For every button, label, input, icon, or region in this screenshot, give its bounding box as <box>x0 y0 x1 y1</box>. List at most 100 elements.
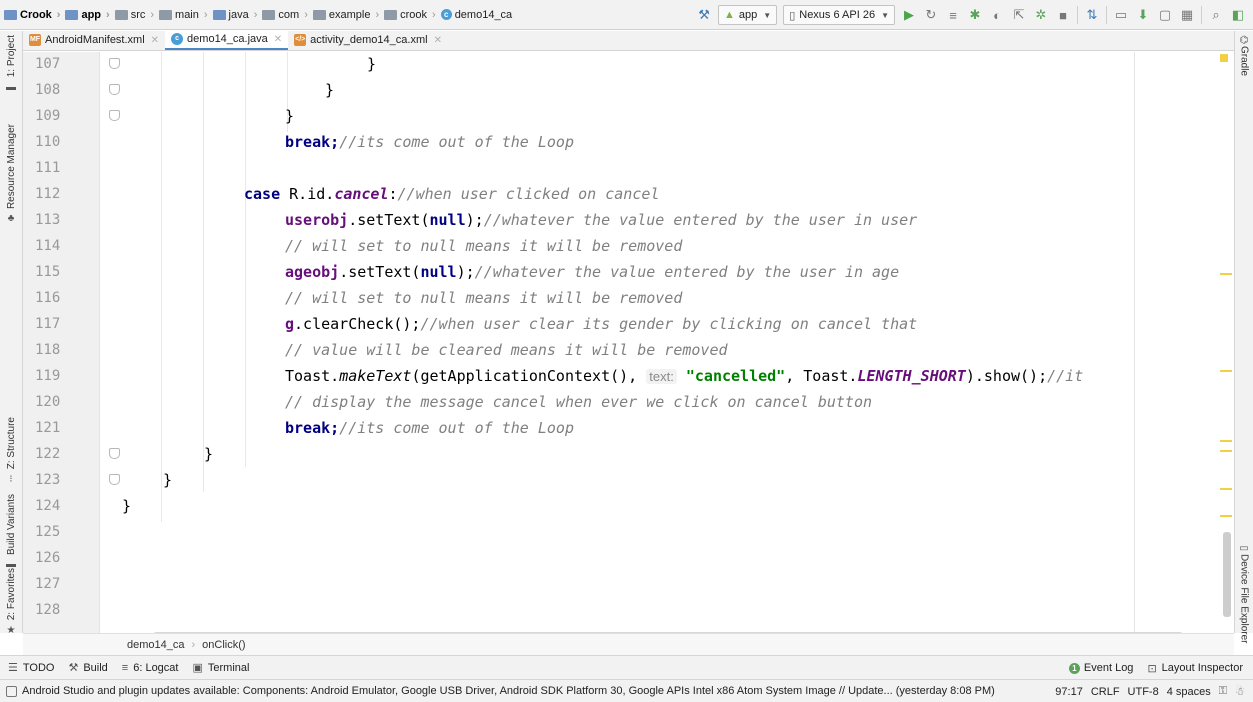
warning-marker[interactable] <box>1220 450 1232 452</box>
chevron-right-icon: › <box>191 638 196 651</box>
warning-marker[interactable] <box>1220 515 1232 517</box>
tab-gradle[interactable]: ⌬ Gradle <box>1235 35 1253 76</box>
line-number: 109 <box>35 108 61 124</box>
list-icon: ☰ <box>8 662 18 674</box>
android-debug-icon[interactable]: ✲ <box>1030 4 1052 26</box>
warning-marker[interactable] <box>1220 273 1232 275</box>
vertical-scrollbar[interactable] <box>1223 532 1231 617</box>
profile-icon[interactable]: ◐ <box>986 4 1008 26</box>
crumb-example[interactable]: example › <box>312 8 384 21</box>
status-message[interactable]: Android Studio and plugin updates availa… <box>22 685 995 697</box>
code-line-118[interactable]: // value will be cleared means it will b… <box>285 337 728 363</box>
tool-build[interactable]: ⚒ Build <box>68 661 107 675</box>
code-editor[interactable]: 107 108 109 110 111 112 113 114 115 116 … <box>23 52 1234 633</box>
warning-marker[interactable] <box>1220 370 1232 372</box>
code-line-107[interactable]: } <box>367 52 376 77</box>
breadcrumb-method[interactable]: onClick() <box>202 639 245 651</box>
line-number: 122 <box>35 446 61 462</box>
code-line-116[interactable]: // will set to null means it will be rem… <box>285 285 682 311</box>
code-line-114[interactable]: // will set to null means it will be rem… <box>285 233 682 259</box>
module-folder-icon <box>65 9 79 20</box>
run-config-select[interactable]: ▲ app ▼ <box>718 5 778 25</box>
avd-manager-icon[interactable]: ▭ <box>1110 4 1132 26</box>
tab-android-manifest[interactable]: MF AndroidManifest.xml ✕ <box>23 30 165 50</box>
tool-layout-inspector[interactable]: ⊡ Layout Inspector <box>1147 662 1243 675</box>
line-number: 107 <box>35 56 61 72</box>
tool-terminal[interactable]: ▣ Terminal <box>192 661 249 675</box>
code-line-113[interactable]: userobj.setText(null);//whatever the val… <box>285 207 917 233</box>
tab-build-variants[interactable]: Build Variants ▬ <box>0 487 22 577</box>
crumb-java[interactable]: java › <box>212 9 263 21</box>
line-number: 123 <box>35 472 61 488</box>
code-line-115[interactable]: ageobj.setText(null);//whatever the valu… <box>285 259 899 285</box>
tab-favorites[interactable]: 2: Favorites ★ <box>0 567 22 637</box>
close-icon[interactable]: ✕ <box>274 34 282 45</box>
code-line-117[interactable]: g.clearCheck();//when user clear its gen… <box>285 311 917 337</box>
folder-icon <box>159 9 173 20</box>
hector-icon[interactable]: ☃ <box>1235 685 1245 698</box>
crumb-class[interactable]: c demo14_ca <box>440 9 512 21</box>
code-line-109[interactable]: } <box>285 103 294 129</box>
code-line-112[interactable]: case R.id.cancel://when user clicked on … <box>244 181 659 207</box>
tool-todo[interactable]: ☰ TODO <box>8 661 54 675</box>
breadcrumb-class[interactable]: demo14_ca <box>127 639 185 651</box>
code-line-124[interactable]: } <box>122 493 131 519</box>
fold-marker-icon[interactable] <box>109 110 120 121</box>
notification-icon[interactable] <box>6 685 17 697</box>
project-structure-icon[interactable]: ▦ <box>1176 4 1198 26</box>
stop-icon[interactable]: ■ <box>1052 4 1074 26</box>
apply-code-changes-icon[interactable]: ≡ <box>942 4 964 26</box>
inspection-status-icon[interactable] <box>1220 54 1228 62</box>
debug-icon[interactable]: ✱ <box>964 4 986 26</box>
code-line-110[interactable]: break;//its come out of the Loop <box>285 129 574 155</box>
file-encoding[interactable]: UTF-8 <box>1128 686 1159 698</box>
crumb-crook[interactable]: crook › <box>384 9 441 21</box>
fold-marker-icon[interactable] <box>109 474 120 485</box>
hammer-build-icon[interactable]: ⚒ <box>693 4 715 26</box>
code-line-123[interactable]: } <box>163 467 172 493</box>
code-line-120[interactable]: // display the message cancel when ever … <box>285 389 872 415</box>
tab-project[interactable]: 1: Project ▬ <box>0 35 22 93</box>
apply-changes-icon[interactable]: ↻ <box>920 4 942 26</box>
code-line-119[interactable]: Toast.makeText(getApplicationContext(), … <box>285 363 1083 389</box>
line-separator[interactable]: CRLF <box>1091 686 1120 698</box>
device-manager-icon[interactable]: ▢ <box>1154 4 1176 26</box>
tab-resource-manager[interactable]: Resource Manager ♣ <box>0 115 22 233</box>
code-line-108[interactable]: } <box>325 77 334 103</box>
line-number: 115 <box>35 264 61 280</box>
android-studio-logo-icon: ◧ <box>1231 7 1245 22</box>
crumb-com[interactable]: com › <box>262 9 312 21</box>
sync-gradle-icon[interactable]: ⇅ <box>1081 4 1103 26</box>
search-icon[interactable]: ⌕ <box>1205 4 1227 26</box>
run-icon[interactable]: ▶ <box>898 4 920 26</box>
code-line-122[interactable]: } <box>204 441 213 467</box>
indent-setting[interactable]: 4 spaces <box>1167 686 1211 698</box>
warning-marker[interactable] <box>1220 488 1232 490</box>
attach-debugger-icon[interactable]: ⇱ <box>1008 4 1030 26</box>
chevron-right-icon: › <box>56 8 61 21</box>
caret-position[interactable]: 97:17 <box>1055 686 1083 698</box>
code-line-121[interactable]: break;//its come out of the Loop <box>285 415 574 441</box>
fold-marker-icon[interactable] <box>109 84 120 95</box>
fold-marker-icon[interactable] <box>109 448 120 459</box>
parameter-hint: text: <box>646 369 677 384</box>
crumb-module[interactable]: app › <box>65 9 114 21</box>
fold-marker-icon[interactable] <box>109 58 120 69</box>
crumb-main[interactable]: main › <box>159 9 213 21</box>
device-select[interactable]: ▯ Nexus 6 API 26 ▼ <box>783 5 895 25</box>
tool-event-log[interactable]: 1 Event Log <box>1068 662 1133 674</box>
close-icon[interactable]: ✕ <box>151 35 159 46</box>
layout-inspector-icon: ⊡ <box>1147 662 1157 675</box>
sdk-manager-icon[interactable]: ⬇ <box>1132 4 1154 26</box>
tab-demo14-ca-java[interactable]: c demo14_ca.java ✕ <box>165 30 289 50</box>
crumb-project[interactable]: Crook › <box>4 9 65 21</box>
close-icon[interactable]: ✕ <box>434 35 442 46</box>
tool-logcat[interactable]: ≡ 6: Logcat <box>122 662 179 674</box>
warning-marker[interactable] <box>1220 440 1232 442</box>
tab-structure[interactable]: Z: Structure ⁝ <box>0 411 22 491</box>
tab-device-file-explorer[interactable]: ▭ Device File Explorer <box>1235 543 1253 643</box>
crumb-src[interactable]: src › <box>114 9 159 21</box>
tab-activity-layout-xml[interactable]: </> activity_demo14_ca.xml ✕ <box>288 30 448 50</box>
lock-icon[interactable]: ⚿ <box>1219 685 1227 698</box>
chevron-right-icon: › <box>375 8 380 21</box>
